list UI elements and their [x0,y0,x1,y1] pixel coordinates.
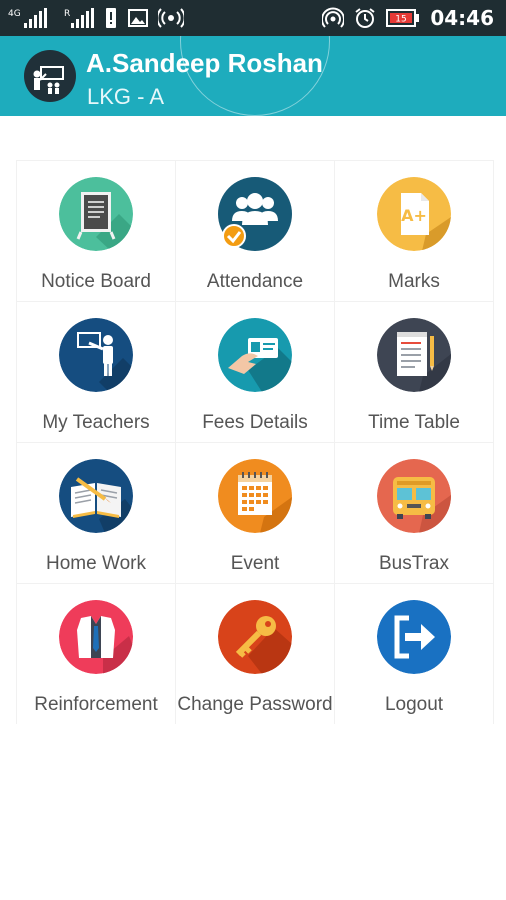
menu-label: Change Password [177,694,333,715]
time-table-icon [377,318,451,392]
battery-level: 15 [396,15,407,25]
svg-text:A+: A+ [401,206,427,225]
menu-item-reinforcement[interactable]: Reinforcement [17,584,175,724]
fees-card-icon [218,318,292,392]
menu-label: Time Table [368,412,460,433]
menu-item-fees-details[interactable]: Fees Details [176,302,334,442]
menu-item-time-table[interactable]: Time Table [335,302,493,442]
marks-icon: A+ [377,177,451,251]
battery-icon: 15 [386,9,420,27]
key-icon [218,600,292,674]
menu-grid: Notice Board Attendance A+ Marks My Teac… [16,160,494,724]
menu-item-home-work[interactable]: Home Work [17,443,175,583]
menu-item-event[interactable]: Event [176,443,334,583]
signal-roaming-icon: R [64,8,94,28]
notice-board-icon [59,177,133,251]
menu-item-bustrax[interactable]: BusTrax [335,443,493,583]
image-icon [128,9,148,27]
school-teacher-icon [33,66,64,94]
menu-item-notice-board[interactable]: Notice Board [17,161,175,301]
signal-4g-icon: 4G [8,8,47,28]
broadcast-icon [158,8,184,28]
menu-label: My Teachers [42,412,150,433]
network-type-label: 4G [8,9,21,19]
menu-label: BusTrax [378,553,450,574]
homework-book-icon [59,459,133,533]
teacher-icon [59,318,133,392]
attendance-icon [218,177,292,251]
menu-label: Marks [388,271,440,292]
menu-label: Home Work [46,553,146,574]
alarm-icon [355,8,375,28]
bus-icon [377,459,451,533]
reinforcement-vest-icon [59,600,133,674]
menu-label: Attendance [206,271,304,292]
hotspot-icon [322,7,345,28]
student-class: LKG - A [87,84,165,109]
event-calendar-icon [218,459,292,533]
student-name: A.Sandeep Roshan [86,48,323,78]
menu-item-logout[interactable]: Logout [335,584,493,724]
profile-header: A.Sandeep Roshan LKG - A [0,36,506,116]
clock: 04:46 [430,6,494,30]
menu-item-attendance[interactable]: Attendance [176,161,334,301]
avatar[interactable] [24,50,76,102]
logout-icon [377,600,451,674]
alert-icon [106,8,116,28]
menu-label: Reinforcement [34,694,158,715]
status-bar: 4G R 15 04:46 [0,0,506,36]
roaming-label: R [64,9,70,19]
menu-item-my-teachers[interactable]: My Teachers [17,302,175,442]
menu-label: Logout [384,694,444,715]
menu-label: Event [230,553,280,574]
menu-item-marks[interactable]: A+ Marks [335,161,493,301]
menu-label: Fees Details [202,412,308,433]
menu-label: Notice Board [41,271,151,292]
menu-item-change-password[interactable]: Change Password [176,584,334,724]
